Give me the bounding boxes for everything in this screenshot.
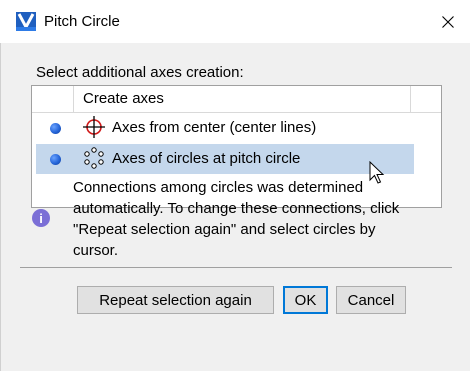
circle-pattern-icon: [84, 147, 104, 169]
crosshair-icon: [83, 116, 105, 138]
list-item-label: Axes of circles at pitch circle: [112, 150, 301, 167]
list-item-axes-of-circles[interactable]: Axes of circles at pitch circle: [36, 144, 414, 174]
prompt-label: Select additional axes creation:: [36, 64, 244, 81]
info-line: Connections among circles was determined: [73, 179, 364, 196]
ok-button[interactable]: OK: [283, 286, 328, 314]
list-item-label: Axes from center (center lines): [112, 119, 317, 136]
list-header: Create axes: [32, 86, 441, 113]
window-title: Pitch Circle: [44, 13, 120, 30]
window-border: [0, 43, 1, 371]
info-message: Connections among circles was determined…: [73, 177, 463, 261]
close-icon: [442, 15, 454, 28]
info-line: automatically. To change these connectio…: [73, 200, 400, 217]
close-button[interactable]: [426, 0, 470, 43]
bullet-icon: [50, 123, 61, 134]
dialog-body: Select additional axes creation: Create …: [0, 43, 470, 371]
cancel-button[interactable]: Cancel: [336, 286, 406, 314]
info-icon: i: [32, 209, 50, 227]
title-bar: Pitch Circle: [0, 0, 470, 43]
repeat-selection-button[interactable]: Repeat selection again: [77, 286, 274, 314]
info-line: cursor.: [73, 242, 119, 259]
info-line: "Repeat selection again" and select circ…: [73, 221, 376, 238]
header-separator[interactable]: [73, 86, 74, 112]
header-create-axes[interactable]: Create axes: [83, 90, 164, 107]
header-separator[interactable]: [410, 86, 411, 112]
list-item-axes-from-center[interactable]: Axes from center (center lines): [36, 113, 441, 143]
divider: [20, 267, 452, 268]
app-logo-icon: [16, 12, 36, 31]
bullet-icon: [50, 154, 61, 165]
